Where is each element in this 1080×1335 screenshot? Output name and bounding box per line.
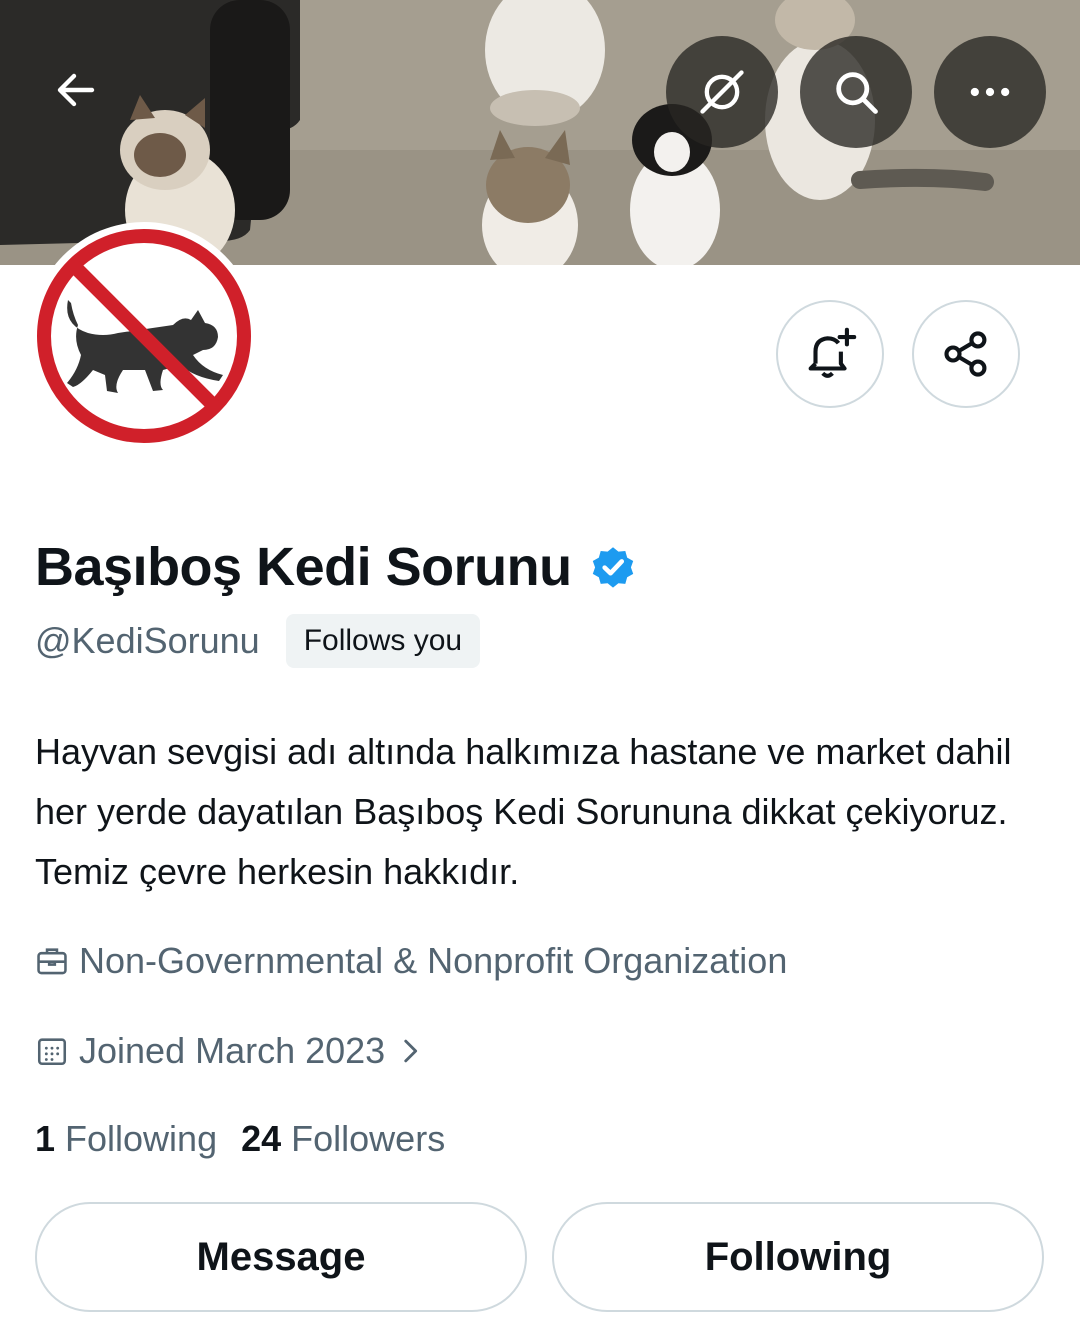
chevron-right-icon [404,1039,418,1063]
search-icon [836,72,878,114]
more-button[interactable] [934,36,1046,148]
profile-avatar[interactable] [30,222,258,450]
share-button[interactable] [912,300,1020,408]
follow-counts: 1 Following 24 Followers [35,1118,469,1160]
profile-category: Non-Governmental & Nonprofit Organizatio… [35,940,787,982]
message-button[interactable]: Message [35,1202,527,1312]
more-dots-icon [970,87,1010,97]
followers-label: Followers [291,1118,446,1159]
following-count-link[interactable]: 1 Following [35,1118,217,1160]
share-icon [944,331,987,377]
search-button[interactable] [800,36,912,148]
display-name: Başıboş Kedi Sorunu [35,537,572,597]
profile-name-row: Başıboş Kedi Sorunu [35,536,638,598]
following-count: 1 [35,1118,56,1159]
verified-badge-icon[interactable] [588,542,638,592]
following-button[interactable]: Following [552,1202,1044,1312]
profile-joined[interactable]: Joined March 2023 [35,1030,437,1072]
notify-button[interactable] [776,300,884,408]
profile-handle: @KediSorunu [35,620,260,661]
handle-row: @KediSorunu Follows you [35,614,481,668]
joined-label: Joined March 2023 [79,1030,386,1071]
no-cat-logo [37,229,251,443]
briefcase-icon [37,948,67,975]
grok-button[interactable] [666,36,778,148]
followers-count-link[interactable]: 24 Followers [241,1118,445,1160]
following-label: Following [65,1118,218,1159]
grok-icon [700,70,744,114]
arrow-left-icon [57,73,95,107]
bell-plus-icon [808,327,857,378]
category-label: Non-Governmental & Nonprofit Organizatio… [79,940,788,981]
profile-bio: Hayvan sevgisi adı altında halkımıza has… [35,731,1012,892]
follows-you-badge: Follows you [285,614,481,668]
calendar-icon [37,1038,67,1066]
followers-count: 24 [241,1118,282,1159]
back-button[interactable] [36,50,116,130]
